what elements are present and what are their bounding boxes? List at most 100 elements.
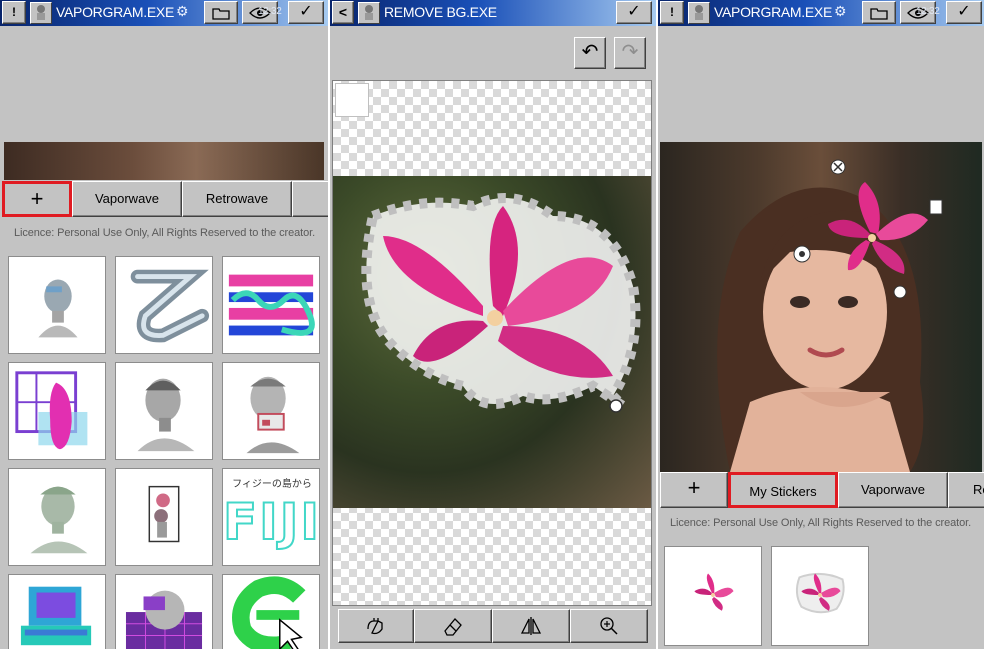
framed-statue-sticker — [148, 485, 180, 543]
portrait-photo[interactable] — [660, 142, 982, 472]
tab-more[interactable] — [292, 181, 328, 217]
flower-sticker-thumb-outlined — [795, 572, 845, 614]
flower-photo — [333, 176, 651, 508]
licence-text: Licence: Personal Use Only, All Rights R… — [670, 517, 972, 529]
photo-preview-strip — [4, 142, 324, 180]
tab-retrowave[interactable]: Retrowave — [182, 181, 292, 217]
venus-bust-sticker — [246, 376, 300, 454]
clock: 12:32 — [258, 6, 282, 17]
title-bar: ! VAPORGRAM.EXE ⚙ 12:32 ✓ — [658, 0, 984, 26]
sticker-tile[interactable] — [8, 468, 106, 566]
app-icon — [358, 2, 380, 24]
retro-computer-sticker — [20, 586, 92, 646]
sticker-tile[interactable] — [8, 256, 106, 354]
confirm-button[interactable]: ✓ — [616, 1, 652, 24]
tab-my-stickers[interactable]: My Stickers — [728, 472, 838, 508]
zoom-icon — [600, 617, 618, 635]
editing-canvas[interactable] — [332, 80, 652, 606]
alert-icon: ! — [12, 5, 16, 19]
penguin-sticker — [15, 371, 88, 450]
flip-icon — [520, 617, 542, 635]
confirm-button[interactable]: ✓ — [946, 1, 982, 24]
redo-button[interactable]: ↷ — [614, 37, 646, 69]
sticker-tile[interactable] — [115, 468, 213, 566]
hand-brush-icon — [367, 618, 383, 635]
scale-handle[interactable] — [893, 285, 907, 299]
alert-icon: ! — [670, 5, 674, 19]
portrait-illustration — [717, 159, 943, 472]
color-swatch[interactable] — [335, 83, 369, 117]
zoom-tool-button[interactable] — [570, 609, 648, 643]
sticker-tile[interactable] — [8, 574, 106, 649]
japanese-sticker-text: フィジーの島から — [232, 479, 312, 490]
layer-icon[interactable] — [929, 199, 943, 215]
window-title: REMOVE BG.EXE — [384, 4, 497, 20]
folder-button[interactable] — [204, 1, 238, 24]
david-bust-sticker — [137, 378, 195, 452]
statue-icon — [37, 5, 45, 20]
fiji-sticker-text: FIJI — [223, 492, 320, 552]
grid-bust-sticker — [125, 590, 203, 649]
title-bar: < REMOVE BG.EXE ✓ — [330, 0, 656, 26]
statue-icon — [695, 5, 703, 20]
my-sticker-tile[interactable] — [771, 546, 869, 646]
gear-icon[interactable]: ⚙ — [834, 3, 847, 20]
back-button[interactable]: < — [332, 1, 354, 24]
alert-button[interactable]: ! — [660, 1, 684, 24]
undo-icon: ↶ — [581, 41, 599, 63]
resize-handle[interactable] — [609, 399, 623, 413]
sticker-tab-bar: + Vaporwave Retrowave — [0, 181, 328, 217]
add-sticker-tab[interactable]: + — [2, 181, 72, 217]
folder-icon — [212, 8, 230, 20]
check-icon: ✓ — [627, 3, 641, 20]
sticker-tile[interactable] — [115, 362, 213, 460]
clock: 12:32 — [916, 6, 940, 17]
confirm-button[interactable]: ✓ — [288, 1, 324, 24]
check-icon: ✓ — [299, 3, 313, 20]
undo-button[interactable]: ↶ — [574, 37, 606, 69]
eraser-icon — [444, 618, 462, 636]
sticker-tile[interactable] — [115, 256, 213, 354]
sticker-tile[interactable] — [222, 362, 320, 460]
cursor-icon — [279, 618, 303, 649]
vaporgram-window-left: ! VAPORGRAM.EXE ⚙ 12:32 ✓ + Vaporwave Re… — [0, 0, 328, 649]
licence-text: Licence: Personal Use Only, All Rights R… — [14, 227, 316, 239]
plus-icon: + — [687, 475, 701, 500]
green-e-sticker — [232, 576, 306, 649]
sticker-tile[interactable] — [8, 362, 106, 460]
sticker-tile[interactable]: フィジーの島から FIJI — [222, 468, 320, 566]
check-icon: ✓ — [957, 3, 971, 20]
chrome-u-sticker — [130, 269, 210, 343]
window-title: VAPORGRAM.EXE — [714, 4, 832, 20]
green-bust-sticker — [30, 486, 88, 554]
remove-bg-window: < REMOVE BG.EXE ✓ ↶ ↷ — [330, 0, 656, 649]
tab-vaporwave[interactable]: Vaporwave — [72, 181, 182, 217]
stripes-sticker — [228, 274, 315, 336]
tab-retrowave[interactable]: Re — [948, 472, 984, 508]
title-bar: ! VAPORGRAM.EXE ⚙ 12:32 ✓ — [0, 0, 328, 26]
bust-sticker — [38, 279, 78, 338]
gear-icon[interactable]: ⚙ — [176, 3, 189, 20]
flower-cutout — [361, 193, 641, 413]
vaporgram-window-right: ! VAPORGRAM.EXE ⚙ 12:32 ✓ + My Stickers … — [658, 0, 984, 649]
app-icon — [30, 2, 52, 24]
sticker-tile[interactable] — [222, 256, 320, 354]
add-sticker-tab[interactable]: + — [660, 472, 728, 508]
folder-icon — [870, 8, 888, 20]
eraser-tool-button[interactable] — [414, 609, 492, 643]
alert-button[interactable]: ! — [2, 1, 26, 24]
brush-tool-button[interactable] — [338, 609, 414, 643]
tab-vaporwave[interactable]: Vaporwave — [838, 472, 948, 508]
sticker-tile[interactable] — [222, 574, 320, 649]
sticker-tile[interactable] — [115, 574, 213, 649]
app-icon — [688, 2, 710, 24]
sticker-tab-bar: + My Stickers Vaporwave Re — [658, 472, 984, 508]
flower-sticker-thumb — [694, 573, 734, 611]
my-sticker-tile[interactable] — [664, 546, 762, 646]
redo-icon: ↷ — [621, 41, 639, 63]
folder-button[interactable] — [862, 1, 896, 24]
flip-tool-button[interactable] — [492, 609, 570, 643]
window-title: VAPORGRAM.EXE — [56, 4, 174, 20]
statue-icon — [365, 5, 373, 20]
back-arrow-icon: < — [338, 4, 348, 20]
